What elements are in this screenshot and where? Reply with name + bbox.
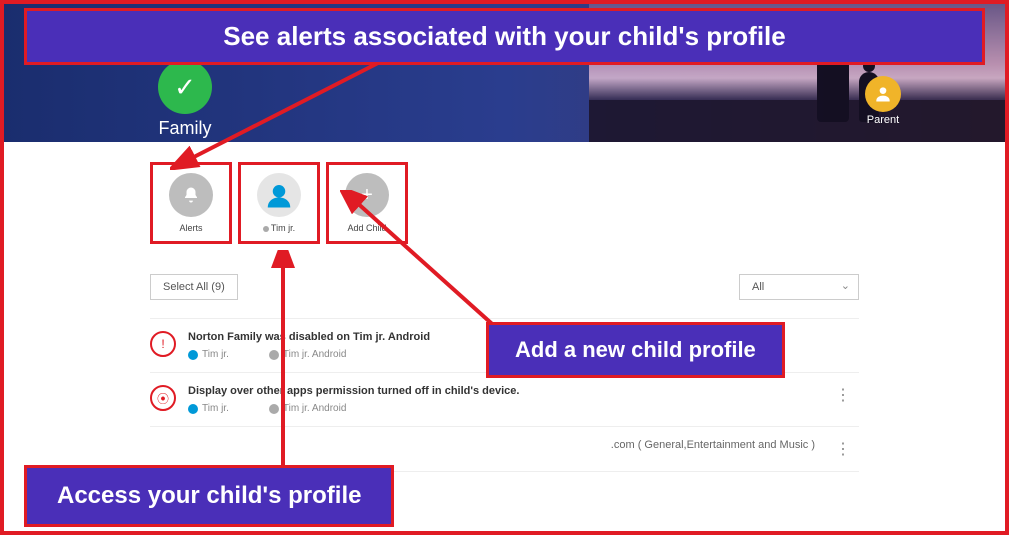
select-all-button[interactable]: Select All (9) <box>150 274 238 300</box>
device-mini-icon <box>269 350 279 360</box>
profile-card-row: Alerts Tim jr. + Add Child <box>150 162 859 244</box>
alert-display-icon: ⦿ <box>150 385 176 411</box>
parent-badge[interactable]: Parent <box>865 76 901 126</box>
alert-meta: Tim jr. Tim jr. Android <box>188 403 815 414</box>
alert-title: .com ( General,Entertainment and Music ) <box>150 439 815 451</box>
child-mini-icon <box>188 350 198 360</box>
ground-silhouette <box>589 100 1009 142</box>
family-badge[interactable]: ✓ Family <box>158 60 212 139</box>
alert-warning-icon: ! <box>150 331 176 357</box>
annotation-bot: Access your child's profile <box>24 465 394 527</box>
alerts-toolbar: Select All (9) All <box>150 274 859 300</box>
alert-body: Display over other apps permission turne… <box>188 385 815 414</box>
bell-icon <box>169 173 213 217</box>
parent-label: Parent <box>865 114 901 126</box>
kebab-menu-icon[interactable]: ⋮ <box>827 439 859 459</box>
child-avatar-icon <box>257 173 301 217</box>
device-mini-icon <box>269 404 279 414</box>
alert-child-tag: Tim jr. <box>188 349 229 360</box>
child-profile-card[interactable]: Tim jr. <box>238 162 320 244</box>
plus-icon: + <box>345 173 389 217</box>
alerts-card-label: Alerts <box>179 223 202 233</box>
annotation-top: See alerts associated with your child's … <box>24 8 985 65</box>
alert-device-tag: Tim jr. Android <box>269 349 347 360</box>
main-content: Alerts Tim jr. + Add Child Select All (9… <box>0 142 1009 472</box>
alert-body: .com ( General,Entertainment and Music ) <box>150 439 815 457</box>
filter-dropdown[interactable]: All <box>739 274 859 300</box>
alert-device-tag: Tim jr. Android <box>269 403 347 414</box>
child-mini-icon <box>188 404 198 414</box>
alert-title: Display over other apps permission turne… <box>188 385 815 397</box>
parent-avatar-icon <box>865 76 901 112</box>
alert-child-tag: Tim jr. <box>188 403 229 414</box>
filter-value: All <box>752 281 764 293</box>
child-card-label: Tim jr. <box>263 223 295 233</box>
status-dot-icon <box>263 226 269 232</box>
family-check-icon: ✓ <box>158 60 212 114</box>
alerts-card[interactable]: Alerts <box>150 162 232 244</box>
family-label: Family <box>158 118 212 139</box>
alert-row[interactable]: ⦿ Display over other apps permission tur… <box>150 373 859 427</box>
add-child-label: Add Child <box>347 223 386 233</box>
kebab-menu-icon[interactable]: ⋮ <box>827 385 859 405</box>
annotation-mid: Add a new child profile <box>486 322 785 378</box>
add-child-card[interactable]: + Add Child <box>326 162 408 244</box>
